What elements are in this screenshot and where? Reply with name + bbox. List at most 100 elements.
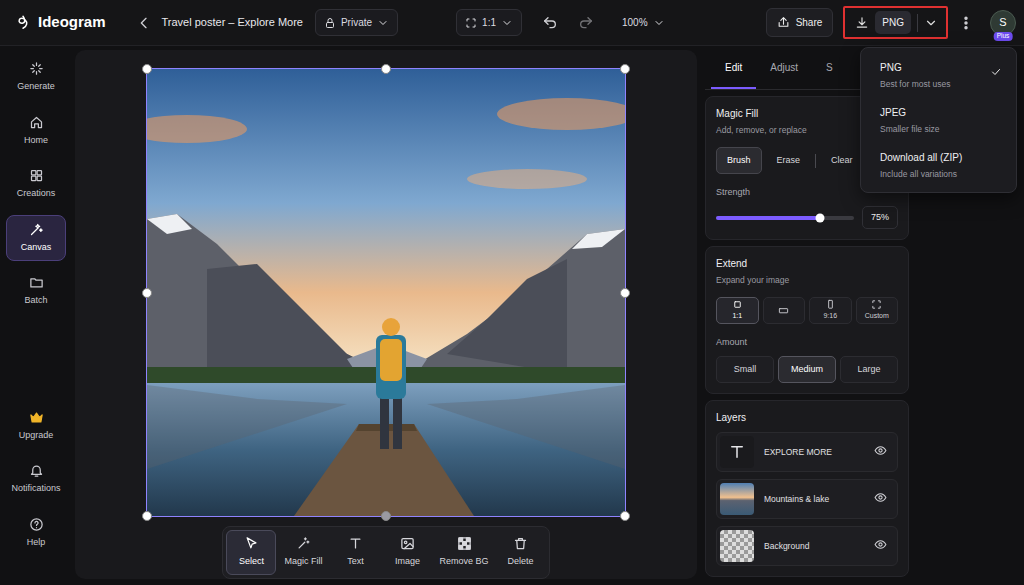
tool-button[interactable]: Image bbox=[382, 530, 432, 575]
visibility-toggle[interactable] bbox=[874, 534, 887, 558]
user-avatar[interactable]: SPlus bbox=[990, 10, 1016, 36]
undo-button[interactable] bbox=[542, 15, 558, 31]
resize-handle[interactable] bbox=[381, 64, 391, 74]
panel-tab[interactable]: Adjust bbox=[756, 48, 812, 89]
sidebar-item[interactable]: Notifications bbox=[6, 456, 66, 503]
download-option[interactable]: Download all (ZIP) Include all variations bbox=[866, 143, 1011, 188]
sidebar-label: Help bbox=[27, 536, 46, 550]
folder-icon bbox=[29, 275, 44, 290]
sidebar-item[interactable]: Batch bbox=[6, 268, 66, 315]
eye-icon bbox=[874, 444, 887, 457]
zoom-dropdown[interactable]: 100% bbox=[614, 10, 673, 35]
layer-thumbnail bbox=[720, 436, 754, 468]
option-description: Include all variations bbox=[880, 168, 1002, 181]
eye-icon bbox=[874, 538, 887, 551]
panel-tab[interactable]: Edit bbox=[711, 48, 756, 89]
share-icon bbox=[777, 16, 790, 29]
resize-handle[interactable] bbox=[142, 511, 152, 521]
frame-icon bbox=[465, 17, 477, 29]
resize-handle[interactable] bbox=[620, 511, 630, 521]
layer-thumbnail bbox=[720, 483, 754, 515]
sidebar-item[interactable]: Canvas bbox=[6, 215, 66, 262]
strength-slider[interactable] bbox=[716, 216, 854, 220]
slider-thumb[interactable] bbox=[815, 213, 824, 222]
share-button[interactable]: Share bbox=[766, 8, 834, 37]
ratio-button[interactable]: 9:16 bbox=[809, 297, 852, 324]
option-label: Download all (ZIP) bbox=[880, 150, 1002, 165]
ratio-label: 1:1 bbox=[732, 311, 742, 322]
document-title: Travel poster – Explore More bbox=[162, 14, 303, 31]
resize-handle[interactable] bbox=[381, 511, 391, 521]
ratio-button[interactable]: Custom bbox=[856, 297, 899, 324]
chevron-down-icon bbox=[501, 17, 513, 29]
ratio-button[interactable]: 1:1 bbox=[716, 297, 759, 324]
download-option[interactable]: PNGBest for most uses bbox=[866, 53, 1011, 98]
resize-handle[interactable] bbox=[142, 288, 152, 298]
layer-name: Background bbox=[764, 540, 864, 553]
download-option[interactable]: JPEGSmaller file size bbox=[866, 98, 1011, 143]
bell-icon bbox=[29, 463, 44, 478]
crop-corners-icon bbox=[871, 299, 882, 310]
tool-button[interactable]: Delete bbox=[496, 530, 546, 575]
tool-button[interactable]: Select bbox=[226, 530, 276, 575]
tool-button[interactable]: Text bbox=[330, 530, 380, 575]
layer-row[interactable]: Background bbox=[716, 526, 898, 566]
trash-icon bbox=[513, 536, 528, 551]
visibility-toggle[interactable] bbox=[874, 440, 887, 464]
tab-label: Edit bbox=[725, 60, 742, 75]
mode-button[interactable]: Erase bbox=[766, 147, 812, 175]
sidebar-label: Home bbox=[24, 134, 48, 148]
amount-button[interactable]: Large bbox=[840, 356, 898, 384]
amount-button[interactable]: Small bbox=[716, 356, 774, 384]
square-frame-icon bbox=[732, 299, 743, 310]
canvas-toolbar: SelectMagic Fill Text ImageRemove BG Delete bbox=[222, 526, 549, 579]
sidebar-item[interactable]: Creations bbox=[6, 161, 66, 208]
aspect-dropdown[interactable]: 1:1 bbox=[456, 9, 522, 36]
visibility-toggle[interactable] bbox=[874, 487, 887, 511]
format-label: PNG bbox=[875, 11, 911, 34]
tool-button[interactable]: Remove BG bbox=[434, 530, 493, 575]
sidebar-item[interactable]: Help bbox=[6, 510, 66, 557]
layer-row[interactable]: Mountains & lake bbox=[716, 479, 898, 519]
ratio-button[interactable] bbox=[763, 297, 806, 324]
back-button[interactable] bbox=[136, 15, 152, 31]
more-button[interactable] bbox=[958, 15, 974, 31]
option-description: Smaller file size bbox=[880, 123, 1002, 136]
sidebar-label: Creations bbox=[17, 187, 56, 201]
amount-button[interactable]: Medium bbox=[778, 356, 836, 384]
download-options-toggle[interactable] bbox=[924, 16, 938, 30]
tool-button[interactable]: Magic Fill bbox=[278, 530, 328, 575]
tool-label: Text bbox=[347, 555, 364, 569]
resize-handle[interactable] bbox=[620, 64, 630, 74]
layer-name: EXPLORE MORE bbox=[764, 446, 864, 459]
mode-button[interactable]: Clear bbox=[820, 147, 864, 175]
plan-badge: Plus bbox=[994, 32, 1013, 40]
option-label: PNG bbox=[880, 60, 984, 75]
layer-row[interactable]: EXPLORE MORE bbox=[716, 432, 898, 472]
chevron-down-icon bbox=[653, 17, 665, 29]
resize-handle[interactable] bbox=[620, 288, 630, 298]
tool-label: Delete bbox=[508, 555, 534, 569]
home-icon bbox=[29, 115, 44, 130]
panel-tab[interactable]: S bbox=[812, 48, 847, 89]
download-button[interactable]: PNG bbox=[843, 6, 948, 39]
privacy-dropdown[interactable]: Private bbox=[315, 9, 398, 36]
checkerboard-icon bbox=[457, 536, 472, 551]
image-icon bbox=[400, 536, 415, 551]
sidebar-item[interactable]: Home bbox=[6, 108, 66, 155]
app-logo[interactable]: Ideogram bbox=[14, 11, 106, 34]
poster-image[interactable] bbox=[147, 69, 625, 516]
divider bbox=[917, 14, 918, 32]
redo-button[interactable] bbox=[578, 15, 594, 31]
crown-icon bbox=[29, 410, 44, 425]
layer-name: Mountains & lake bbox=[764, 493, 864, 506]
resize-handle[interactable] bbox=[142, 64, 152, 74]
sidebar-item[interactable]: Upgrade bbox=[6, 403, 66, 450]
sidebar-item[interactable]: Generate bbox=[6, 54, 66, 101]
strength-value[interactable]: 75% bbox=[862, 206, 898, 230]
ratio-label: 9:16 bbox=[823, 311, 837, 322]
landscape-frame-icon bbox=[778, 305, 789, 316]
help-icon bbox=[29, 517, 44, 532]
aspect-label: 1:1 bbox=[482, 15, 496, 30]
mode-button[interactable]: Brush bbox=[716, 147, 762, 175]
